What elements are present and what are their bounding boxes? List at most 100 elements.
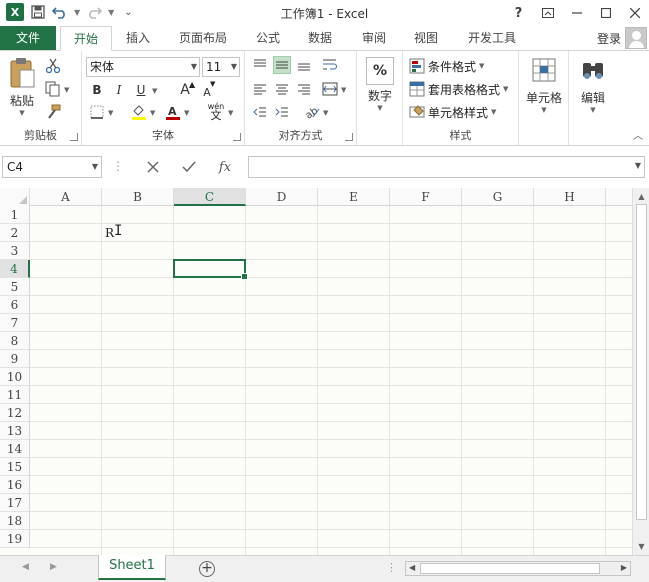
merge-dropdown-icon[interactable]: ▼	[341, 86, 346, 94]
redo-icon[interactable]	[86, 4, 103, 20]
column-header-d[interactable]: D	[246, 188, 318, 206]
select-all-button[interactable]	[0, 188, 30, 206]
fill-color-dropdown-icon[interactable]: ▼	[150, 109, 155, 117]
active-cell[interactable]	[173, 259, 248, 280]
align-right-icon[interactable]	[295, 80, 313, 98]
row-header-11[interactable]: 11	[0, 386, 30, 404]
editing-button[interactable]: 编辑 ▼	[571, 57, 615, 114]
row-header-5[interactable]: 5	[0, 278, 30, 296]
formula-bar-grip-icon[interactable]: ⋮	[112, 159, 124, 173]
scroll-down-icon[interactable]: ▼	[636, 541, 647, 552]
column-header-b[interactable]: B	[102, 188, 174, 206]
tab-formulas[interactable]: 公式	[246, 26, 290, 50]
row-header-19[interactable]: 19	[0, 530, 30, 548]
row-header-1[interactable]: 1	[0, 206, 30, 224]
top-align-icon[interactable]	[251, 56, 269, 74]
column-header-a[interactable]: A	[30, 188, 102, 206]
login-link[interactable]: 登录	[597, 30, 621, 47]
wrap-text-icon[interactable]	[321, 56, 339, 74]
customize-toolbar-icon[interactable]: ⌄	[120, 4, 136, 20]
align-left-icon[interactable]	[251, 80, 269, 98]
save-icon[interactable]	[30, 4, 46, 20]
font-name-dropdown-icon[interactable]: ▼	[191, 58, 197, 76]
row-header-9[interactable]: 9	[0, 350, 30, 368]
phonetic-dropdown-icon[interactable]: ▼	[228, 109, 233, 117]
next-sheet-icon[interactable]: ▶	[50, 562, 57, 572]
horizontal-scroll-thumb[interactable]	[420, 563, 600, 574]
scroll-up-icon[interactable]: ▲	[636, 191, 647, 202]
increase-indent-icon[interactable]	[273, 103, 291, 121]
formula-input[interactable]: ▼	[248, 156, 645, 178]
row-header-16[interactable]: 16	[0, 476, 30, 494]
format-as-table-dropdown-icon[interactable]: ▼	[503, 85, 508, 93]
row-header-17[interactable]: 17	[0, 494, 30, 512]
tab-page-layout[interactable]: 页面布局	[170, 26, 236, 50]
tab-review[interactable]: 审阅	[352, 26, 396, 50]
close-icon[interactable]	[620, 2, 649, 24]
row-header-4[interactable]: 4	[0, 260, 30, 278]
sheet-tab-sheet1[interactable]: Sheet1	[98, 555, 166, 580]
row-header-10[interactable]: 10	[0, 368, 30, 386]
row-header-2[interactable]: 2	[0, 224, 30, 242]
tab-split-handle-icon[interactable]: ⋮	[386, 561, 397, 574]
cell-b2[interactable]: R	[105, 226, 114, 240]
copy-dropdown-icon[interactable]: ▼	[64, 86, 69, 94]
minimize-icon[interactable]	[562, 2, 591, 24]
row-header-6[interactable]: 6	[0, 296, 30, 314]
underline-dropdown-icon[interactable]: ▼	[152, 87, 157, 95]
format-painter-icon[interactable]	[44, 103, 62, 121]
middle-align-icon[interactable]	[273, 56, 291, 74]
font-launcher-icon[interactable]	[233, 133, 241, 141]
column-header-c[interactable]: C	[174, 188, 246, 206]
undo-dropdown-icon[interactable]: ▼	[74, 8, 80, 17]
cells-dropdown-icon[interactable]: ▼	[521, 106, 567, 114]
cut-icon[interactable]	[44, 57, 62, 75]
conditional-formatting-button[interactable]: 条件格式 ▼	[409, 57, 484, 75]
row-header-15[interactable]: 15	[0, 458, 30, 476]
italic-button[interactable]: I	[110, 81, 128, 99]
font-color-dropdown-icon[interactable]: ▼	[184, 109, 189, 117]
row-header-13[interactable]: 13	[0, 422, 30, 440]
worksheet-grid[interactable]: ABCDEFGH I 1 2 3 4 5 6 7 8 9 10 11 12 13 14 15 16 17 18 19…	[0, 188, 632, 555]
row-header-18[interactable]: 18	[0, 512, 30, 530]
insert-function-button[interactable]: fx	[214, 157, 236, 177]
font-size-combo[interactable]: 11 ▼	[202, 57, 240, 77]
undo-icon[interactable]	[52, 4, 68, 20]
alignment-launcher-icon[interactable]	[345, 133, 353, 141]
underline-button[interactable]: U	[132, 81, 150, 99]
orientation-dropdown-icon[interactable]: ▼	[323, 109, 328, 117]
clipboard-launcher-icon[interactable]	[70, 133, 78, 141]
format-as-table-button[interactable]: 套用表格格式 ▼	[409, 80, 508, 98]
cancel-entry-icon[interactable]	[142, 157, 164, 177]
row-header-14[interactable]: 14	[0, 440, 30, 458]
phonetic-button[interactable]: wén 文	[206, 102, 226, 121]
redo-dropdown-icon[interactable]: ▼	[108, 8, 114, 17]
prev-sheet-icon[interactable]: ◀	[22, 562, 29, 572]
cell-styles-button[interactable]: 单元格样式 ▼	[409, 103, 496, 121]
collapse-ribbon-icon[interactable]: ︿	[633, 127, 643, 142]
maximize-icon[interactable]	[591, 2, 620, 24]
font-size-dropdown-icon[interactable]: ▼	[231, 58, 237, 76]
column-header-g[interactable]: G	[462, 188, 534, 206]
font-name-combo[interactable]: 宋体 ▼	[86, 57, 200, 77]
name-box[interactable]: C4 ▼	[2, 156, 102, 178]
column-header-h[interactable]: H	[534, 188, 606, 206]
borders-dropdown-icon[interactable]: ▼	[108, 109, 113, 117]
tab-developer[interactable]: 开发工具	[460, 26, 524, 50]
scroll-right-icon[interactable]: ▶	[621, 563, 627, 572]
vertical-scroll-thumb[interactable]	[636, 204, 647, 520]
bold-button[interactable]: B	[88, 81, 106, 99]
vertical-scrollbar[interactable]: ▲ ▼	[632, 188, 649, 555]
tab-insert[interactable]: 插入	[116, 26, 160, 50]
align-center-icon[interactable]	[273, 80, 291, 98]
conditional-formatting-dropdown-icon[interactable]: ▼	[479, 62, 484, 70]
tab-file[interactable]: 文件	[0, 26, 56, 50]
borders-icon[interactable]	[88, 103, 106, 121]
row-header-3[interactable]: 3	[0, 242, 30, 260]
row-header-8[interactable]: 8	[0, 332, 30, 350]
row-header-7[interactable]: 7	[0, 314, 30, 332]
bottom-align-icon[interactable]	[295, 56, 313, 74]
copy-icon[interactable]	[44, 80, 62, 98]
merge-center-icon[interactable]	[321, 80, 339, 98]
avatar[interactable]	[625, 27, 647, 49]
